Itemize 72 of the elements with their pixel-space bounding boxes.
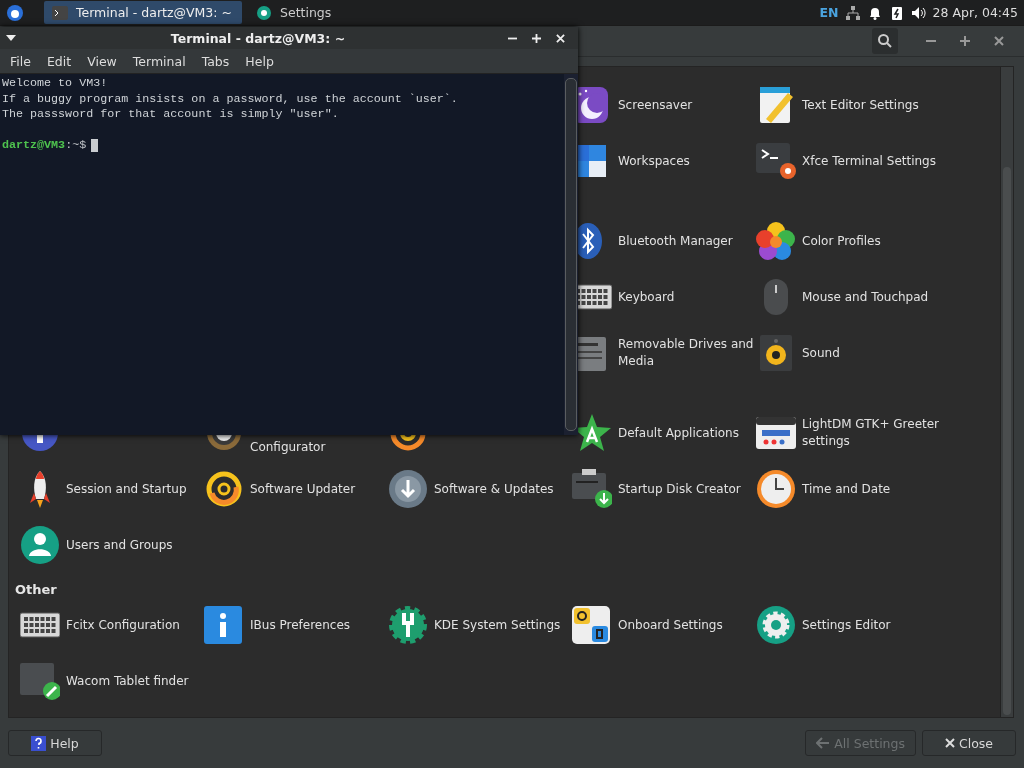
usb-drive-icon bbox=[572, 469, 612, 509]
setting-item[interactable]: Wacom Tablet finder bbox=[66, 672, 189, 690]
text-cursor bbox=[91, 139, 99, 153]
setting-item[interactable]: Removable Drives and Media bbox=[618, 336, 756, 370]
info-icon bbox=[204, 605, 244, 645]
section-heading: Other bbox=[15, 581, 58, 597]
setting-item[interactable]: Users and Groups bbox=[66, 536, 173, 554]
setting-item[interactable]: Software & Updates bbox=[434, 480, 554, 498]
setting-item[interactable]: Color Profiles bbox=[802, 232, 881, 250]
setting-item[interactable]: Screensaver bbox=[618, 96, 693, 114]
setting-item[interactable]: Session and Startup bbox=[66, 480, 187, 498]
setting-item[interactable]: Keyboard bbox=[618, 288, 675, 306]
prompt-path: :~$ bbox=[65, 138, 87, 154]
setting-item[interactable]: Bluetooth Manager bbox=[618, 232, 733, 250]
user-icon bbox=[20, 525, 60, 565]
clock[interactable]: 28 Apr, 04:45 bbox=[932, 5, 1018, 20]
window-title: Terminal - dartz@VM3: ~ bbox=[169, 30, 347, 46]
arrow-left-icon bbox=[816, 737, 831, 749]
setting-item[interactable]: Mouse and Touchpad bbox=[802, 288, 929, 306]
setting-item[interactable]: Default Applications bbox=[618, 424, 739, 442]
close-icon bbox=[944, 738, 955, 748]
setting-item[interactable]: IBus Preferences bbox=[250, 616, 351, 634]
maximize-icon bbox=[960, 36, 970, 46]
setting-item[interactable]: Workspaces bbox=[618, 152, 690, 170]
setting-item[interactable]: Text Editor Settings bbox=[802, 96, 919, 114]
menu-item[interactable]: Edit bbox=[38, 53, 80, 69]
terminal-line: The passsword for that account is simply "user". bbox=[2, 107, 340, 123]
settings-icon bbox=[756, 605, 796, 645]
gear-wrench-icon bbox=[388, 605, 428, 645]
setting-item[interactable]: Software Updater bbox=[250, 480, 356, 498]
download-circle-icon bbox=[388, 469, 428, 509]
search-icon bbox=[877, 33, 893, 49]
close-icon bbox=[994, 36, 1004, 46]
tablet-pen-icon bbox=[20, 661, 60, 701]
taskbar-button[interactable]: Settings bbox=[248, 1, 368, 24]
close-icon bbox=[555, 33, 565, 43]
terminal-line: If a buggy program insists on a password, use the account `user`. bbox=[2, 91, 459, 107]
network-icon bbox=[844, 4, 861, 21]
scrollbar[interactable] bbox=[564, 74, 578, 435]
menu-item[interactable]: View bbox=[79, 53, 125, 69]
terminal-icon bbox=[52, 5, 68, 20]
setting-item[interactable]: Settings Editor bbox=[802, 616, 891, 634]
menu-item[interactable]: Tabs bbox=[193, 53, 238, 69]
setting-item[interactable]: KDE System Settings bbox=[434, 616, 561, 634]
setting-item[interactable]: Sound bbox=[802, 344, 840, 362]
prompt-user: dartz@VM3 bbox=[2, 138, 66, 154]
color-petals-icon bbox=[756, 221, 796, 261]
close-button[interactable]: Close bbox=[922, 730, 1016, 756]
swirl-icon bbox=[388, 435, 428, 453]
setting-item[interactable]: LightDM GTK+ Greeter settings bbox=[802, 416, 940, 450]
setting-item[interactable]: Time and Date bbox=[802, 480, 891, 498]
terminal-gear-icon bbox=[756, 141, 796, 181]
setting-item[interactable]: Fcitx Configuration bbox=[66, 616, 180, 634]
keyboard-layout[interactable]: EN bbox=[819, 5, 839, 20]
swirl-icon bbox=[204, 469, 244, 509]
menu-item[interactable]: Terminal bbox=[124, 53, 194, 69]
setting-item[interactable]: Onboard Settings bbox=[618, 616, 723, 634]
caret-icon bbox=[6, 35, 16, 41]
scrollbar[interactable] bbox=[1000, 67, 1013, 717]
keys-grid-icon bbox=[572, 605, 612, 645]
help-icon bbox=[31, 735, 47, 751]
search-button[interactable] bbox=[872, 28, 898, 54]
help-button[interactable]: Help bbox=[8, 730, 102, 756]
setting-item[interactable]: Configurator bbox=[250, 439, 326, 456]
terminal-line: Welcome to VM3! bbox=[2, 76, 109, 92]
menu-item[interactable]: File bbox=[2, 53, 39, 69]
clock-icon bbox=[756, 469, 796, 509]
maximize-icon bbox=[531, 33, 541, 43]
setting-item[interactable]: Xfce Terminal Settings bbox=[802, 152, 936, 170]
taskbar-button[interactable]: Terminal - dartz@VM3: ~ bbox=[44, 1, 242, 24]
menu-item[interactable]: Help bbox=[237, 53, 282, 69]
setting-item[interactable]: Startup Disk Creator bbox=[618, 480, 741, 498]
